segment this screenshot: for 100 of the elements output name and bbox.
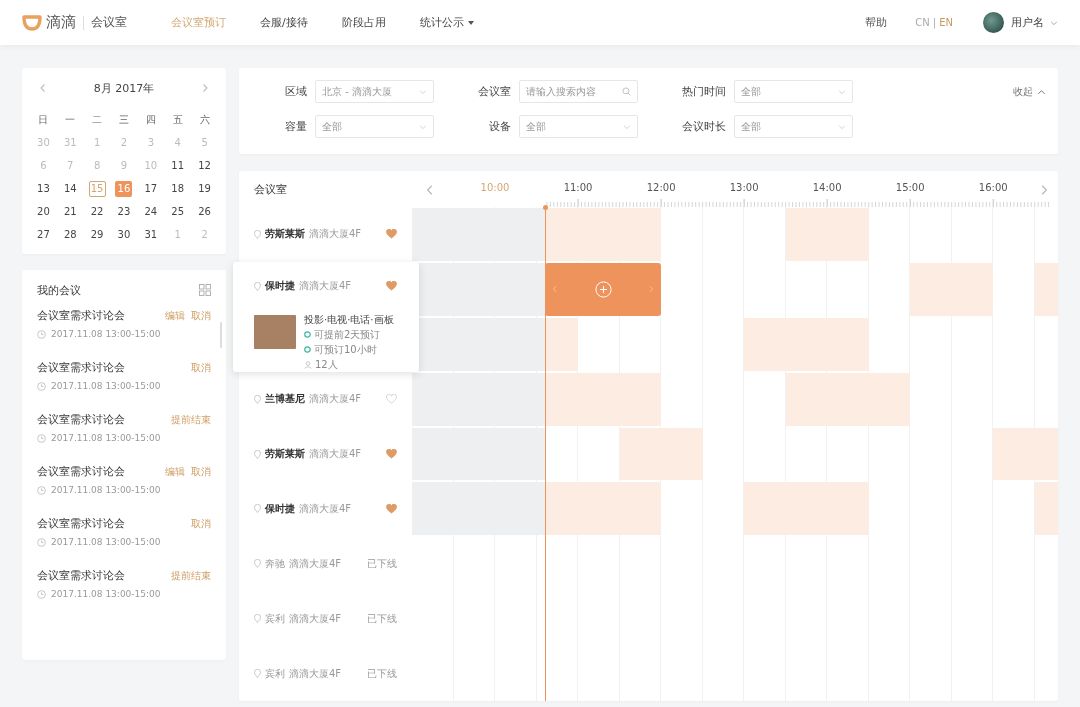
location-pin-icon <box>254 504 261 514</box>
column-heading: 会议室 <box>253 181 288 198</box>
calendar-day[interactable]: 7 <box>61 157 79 174</box>
location-pin-icon <box>254 281 261 291</box>
help-link[interactable]: 帮助 <box>865 15 888 30</box>
calendar-day[interactable]: 30 <box>34 134 52 151</box>
chevron-left-icon <box>551 285 560 294</box>
calendar-day[interactable]: 26 <box>196 203 214 220</box>
meeting-title: 会议室需求讨论会 <box>37 568 125 583</box>
calendar-day[interactable]: 28 <box>61 226 79 243</box>
calendar-day[interactable]: 2 <box>115 134 133 151</box>
calendar-day[interactable]: 23 <box>115 203 133 220</box>
grid-view-icon[interactable] <box>199 284 211 296</box>
calendar-day[interactable]: 5 <box>196 134 214 151</box>
nav-link[interactable]: 会议室预订 <box>171 11 226 34</box>
room-name[interactable]: 兰博基尼 <box>265 392 305 407</box>
room-rule: 可提前2天预订 <box>314 327 381 342</box>
location-pin-icon <box>254 669 261 679</box>
calendar-day[interactable]: 12 <box>196 157 214 174</box>
search-field[interactable]: 请输入搜索内容 <box>519 80 638 103</box>
app-title: 会议室 <box>91 14 127 31</box>
calendar-day[interactable]: 1 <box>88 134 106 151</box>
meeting-action-link[interactable]: 取消 <box>191 464 211 479</box>
select-field[interactable]: 全部 <box>734 115 853 138</box>
calendar-day[interactable]: 17 <box>142 180 160 197</box>
calendar-day[interactable]: 29 <box>88 226 106 243</box>
logo-icon <box>22 14 42 31</box>
calendar-day[interactable]: 15 <box>88 180 106 197</box>
calendar-day[interactable]: 1 <box>169 226 187 243</box>
room-name: 宾利 <box>265 666 285 681</box>
selected-slot[interactable] <box>545 262 662 316</box>
calendar-day[interactable]: 13 <box>34 180 52 197</box>
nav-link[interactable]: 会服/接待 <box>260 11 308 34</box>
person-icon <box>304 360 312 369</box>
calendar-day[interactable]: 24 <box>142 203 160 220</box>
meeting-action-link[interactable]: 取消 <box>191 516 211 531</box>
select-field[interactable]: 全部 <box>519 115 638 138</box>
photo-placeholder <box>254 314 296 349</box>
calendar-day[interactable]: 22 <box>88 203 106 220</box>
meeting-action-link[interactable]: 提前结束 <box>171 568 211 583</box>
weekday-label: 六 <box>198 112 211 127</box>
calendar-day[interactable]: 25 <box>169 203 187 220</box>
nav-link[interactable]: 阶段占用 <box>341 11 386 34</box>
calendar-day[interactable]: 11 <box>169 157 187 174</box>
nav-link[interactable]: 统计公示 <box>419 11 474 34</box>
meeting-action-link[interactable]: 取消 <box>191 360 211 375</box>
collapse-button[interactable]: 收起 <box>1013 85 1046 99</box>
room-location: 滴滴大厦4F <box>299 279 353 294</box>
calendar-day[interactable]: 20 <box>34 203 52 220</box>
select-field[interactable]: 全部 <box>315 115 434 138</box>
calendar-day[interactable]: 21 <box>61 203 79 220</box>
meeting-time: 2017.11.08 13:00-15:00 <box>51 537 161 547</box>
meeting-title: 会议室需求讨论会 <box>37 360 125 375</box>
room-name[interactable]: 保时捷 <box>265 501 295 516</box>
calendar-day[interactable]: 4 <box>169 134 187 151</box>
language-option[interactable]: CN <box>915 17 930 28</box>
calendar-day[interactable]: 19 <box>196 180 214 197</box>
room-name[interactable]: 保时捷 <box>265 279 295 294</box>
heart-icon[interactable] <box>386 229 397 240</box>
user-avatar[interactable] <box>983 12 1004 33</box>
add-icon[interactable] <box>594 280 612 298</box>
heart-icon[interactable] <box>386 281 397 292</box>
calendar-day[interactable]: 31 <box>142 226 160 243</box>
calendar-day[interactable]: 27 <box>34 226 52 243</box>
room-name[interactable]: 劳斯莱斯 <box>265 447 305 461</box>
time-label: 15:00 <box>895 182 925 193</box>
scrollbar[interactable] <box>220 322 222 348</box>
calendar-day[interactable]: 9 <box>115 157 133 174</box>
heart-icon[interactable] <box>386 503 397 514</box>
calendar-day[interactable]: 10 <box>142 157 160 174</box>
meeting-action-link[interactable]: 编辑 <box>165 308 185 323</box>
room-name: 奔驰 <box>265 556 285 571</box>
meeting-action-link[interactable]: 提前结束 <box>171 412 211 427</box>
meeting-action-link[interactable]: 取消 <box>191 308 211 323</box>
heart-icon[interactable] <box>386 449 397 459</box>
language-separator: | <box>932 17 937 28</box>
select-field[interactable]: 北京 - 滴滴大厦 <box>315 80 434 103</box>
calendar-day[interactable]: 18 <box>169 180 187 197</box>
calendar-day[interactable]: 8 <box>88 157 106 174</box>
chevron-up-icon <box>1037 87 1046 97</box>
calendar-day[interactable]: 31 <box>61 134 79 151</box>
time-label: 14:00 <box>812 182 842 193</box>
room-capacity: 12人 <box>315 357 338 372</box>
room-detail-card[interactable]: 保时捷 滴滴大厦4F 投影·电视·电话·画板 可提前2天预订 可预订10小时 12人 <box>233 261 419 372</box>
select-field[interactable]: 全部 <box>734 80 853 103</box>
language-option[interactable]: EN <box>939 17 953 28</box>
room-name[interactable]: 劳斯莱斯 <box>265 227 305 242</box>
calendar-day[interactable]: 6 <box>34 157 52 174</box>
location-pin-icon <box>254 229 261 239</box>
calendar-day[interactable]: 14 <box>61 180 79 197</box>
clock-icon <box>37 485 46 495</box>
heart-icon[interactable] <box>386 394 397 405</box>
calendar-day[interactable]: 30 <box>115 226 133 243</box>
calendar-day[interactable]: 3 <box>142 134 160 151</box>
booking-grid[interactable] <box>412 207 1058 701</box>
calendar-day[interactable]: 16 <box>115 180 133 197</box>
filter-label: 会议时长 <box>681 119 726 134</box>
meeting-action-link[interactable]: 编辑 <box>165 464 185 479</box>
user-name[interactable]: 用户名 <box>1011 15 1044 30</box>
calendar-day[interactable]: 2 <box>196 226 214 243</box>
